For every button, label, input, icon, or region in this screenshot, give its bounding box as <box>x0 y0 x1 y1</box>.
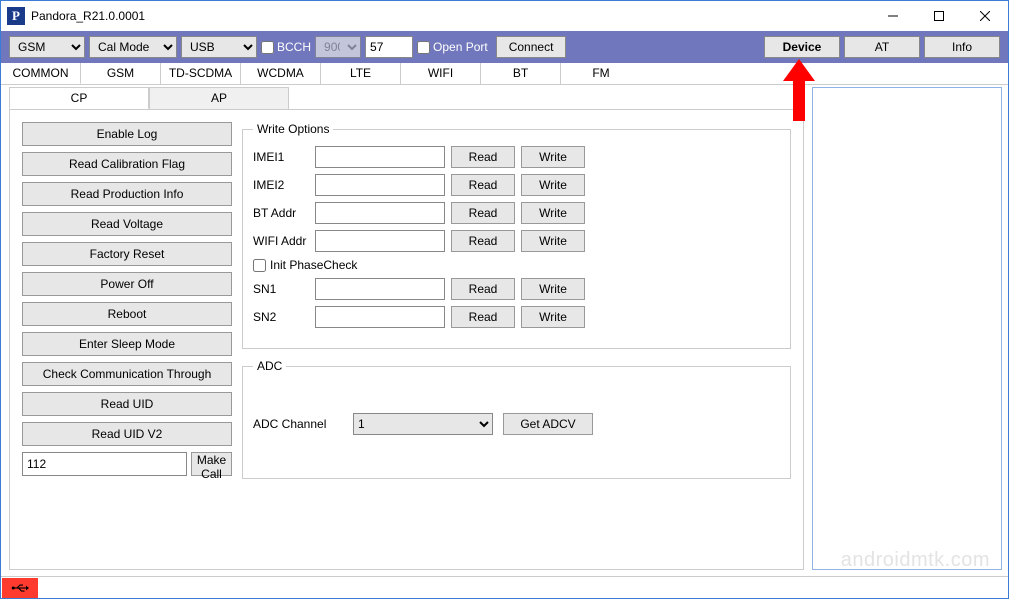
sn2-write-button[interactable]: Write <box>521 306 585 328</box>
imei1-write-button[interactable]: Write <box>521 146 585 168</box>
device-button[interactable]: Device <box>764 36 840 58</box>
sn1-label: SN1 <box>253 282 309 296</box>
statusbar <box>1 576 1008 598</box>
tab-lte[interactable]: LTE <box>321 63 401 84</box>
imei1-input[interactable] <box>315 146 445 168</box>
main-tabs: COMMON GSM TD-SCDMA WCDMA LTE WIFI BT FM <box>1 63 1008 85</box>
read-uid-v2-button[interactable]: Read UID V2 <box>22 422 232 446</box>
write-options-group: Write Options IMEI1 Read Write IMEI2 Read Wr… <box>242 122 791 349</box>
adc-group: ADC ADC Channel 1 Get ADCV <box>242 359 791 479</box>
tab-gsm[interactable]: GSM <box>81 63 161 84</box>
openport-checkbox[interactable]: Open Port <box>417 40 488 54</box>
reboot-button[interactable]: Reboot <box>22 302 232 326</box>
tab-fm[interactable]: FM <box>561 63 641 84</box>
check-communication-button[interactable]: Check Communication Through <box>22 362 232 386</box>
enter-sleep-mode-button[interactable]: Enter Sleep Mode <box>22 332 232 356</box>
init-phasecheck-checkbox[interactable]: Init PhaseCheck <box>253 258 780 272</box>
window-title: Pandora_R21.0.0001 <box>31 9 870 23</box>
titlebar: P Pandora_R21.0.0001 <box>1 1 1008 31</box>
enable-log-button[interactable]: Enable Log <box>22 122 232 146</box>
imei2-label: IMEI2 <box>253 178 309 192</box>
channel-input[interactable] <box>365 36 413 58</box>
freq-select: 900 <box>315 36 361 58</box>
get-adcv-button[interactable]: Get ADCV <box>503 413 593 435</box>
close-button[interactable] <box>962 1 1008 31</box>
network-select[interactable]: GSM <box>9 36 85 58</box>
info-button[interactable]: Info <box>924 36 1000 58</box>
wifiaddr-input[interactable] <box>315 230 445 252</box>
maximize-button[interactable] <box>916 1 962 31</box>
action-buttons-column: Enable Log Read Calibration Flag Read Pr… <box>22 122 232 557</box>
imei1-read-button[interactable]: Read <box>451 146 515 168</box>
connect-button[interactable]: Connect <box>496 36 566 58</box>
call-number-input[interactable] <box>22 452 187 476</box>
read-calibration-flag-button[interactable]: Read Calibration Flag <box>22 152 232 176</box>
tab-wcdma[interactable]: WCDMA <box>241 63 321 84</box>
app-icon: P <box>7 7 25 25</box>
imei1-label: IMEI1 <box>253 150 309 164</box>
adc-channel-label: ADC Channel <box>253 417 343 431</box>
tab-bt[interactable]: BT <box>481 63 561 84</box>
tab-wifi[interactable]: WIFI <box>401 63 481 84</box>
sn1-write-button[interactable]: Write <box>521 278 585 300</box>
imei2-input[interactable] <box>315 174 445 196</box>
power-off-button[interactable]: Power Off <box>22 272 232 296</box>
sn2-label: SN2 <box>253 310 309 324</box>
minimize-button[interactable] <box>870 1 916 31</box>
btaddr-label: BT Addr <box>253 206 309 220</box>
bcch-checkbox[interactable]: BCCH <box>261 40 311 54</box>
connection-select[interactable]: USB <box>181 36 257 58</box>
read-voltage-button[interactable]: Read Voltage <box>22 212 232 236</box>
at-button[interactable]: AT <box>844 36 920 58</box>
adc-legend: ADC <box>253 359 286 373</box>
adc-channel-select[interactable]: 1 <box>353 413 493 435</box>
wifiaddr-write-button[interactable]: Write <box>521 230 585 252</box>
write-options-legend: Write Options <box>253 122 333 136</box>
tab-ap[interactable]: AP <box>149 87 289 109</box>
sn2-input[interactable] <box>315 306 445 328</box>
log-panel <box>812 87 1002 570</box>
read-production-info-button[interactable]: Read Production Info <box>22 182 232 206</box>
imei2-read-button[interactable]: Read <box>451 174 515 196</box>
usb-indicator-icon <box>2 578 38 598</box>
btaddr-input[interactable] <box>315 202 445 224</box>
tab-tdscdma[interactable]: TD-SCDMA <box>161 63 241 84</box>
mode-select[interactable]: Cal Mode <box>89 36 177 58</box>
factory-reset-button[interactable]: Factory Reset <box>22 242 232 266</box>
wifiaddr-label: WIFI Addr <box>253 234 309 248</box>
toolbar: GSM Cal Mode USB BCCH 900 Open Port Conn… <box>1 31 1008 63</box>
btaddr-write-button[interactable]: Write <box>521 202 585 224</box>
read-uid-button[interactable]: Read UID <box>22 392 232 416</box>
sn1-input[interactable] <box>315 278 445 300</box>
sub-tabs: CP AP <box>9 87 812 109</box>
imei2-write-button[interactable]: Write <box>521 174 585 196</box>
sn1-read-button[interactable]: Read <box>451 278 515 300</box>
make-call-button[interactable]: Make Call <box>191 452 232 476</box>
tab-cp[interactable]: CP <box>9 87 149 109</box>
tab-common[interactable]: COMMON <box>1 63 81 84</box>
sn2-read-button[interactable]: Read <box>451 306 515 328</box>
wifiaddr-read-button[interactable]: Read <box>451 230 515 252</box>
btaddr-read-button[interactable]: Read <box>451 202 515 224</box>
